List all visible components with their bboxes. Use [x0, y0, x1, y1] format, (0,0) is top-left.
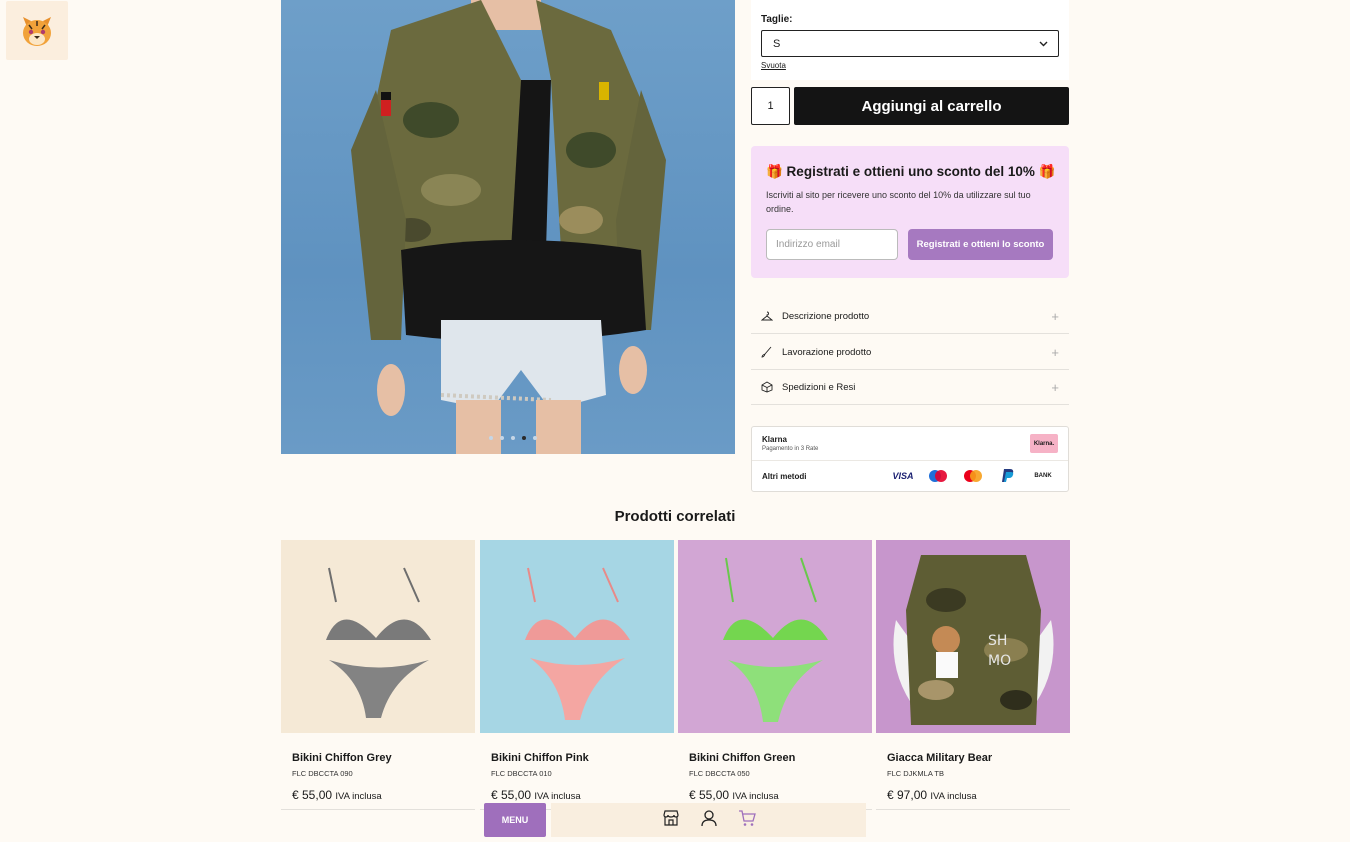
product-card[interactable]: Bikini Chiffon Green FLC DBCCTA 050 € 55… [678, 540, 872, 810]
card-logos: VISA BANK [890, 467, 1056, 485]
store-icon[interactable] [662, 809, 680, 832]
klarna-title: Klarna [762, 435, 787, 444]
product-name[interactable]: Bikini Chiffon Pink [491, 752, 589, 764]
product-main-image[interactable] [281, 0, 735, 454]
maestro-logo [925, 467, 951, 485]
gallery-dot[interactable] [533, 436, 537, 440]
visa-logo: VISA [892, 471, 914, 481]
accordion-label: Spedizioni e Resi [782, 381, 856, 393]
plus-icon: + [1051, 380, 1059, 395]
klarna-subtitle: Pagamento in 3 Rate [762, 446, 819, 452]
product-image[interactable] [678, 540, 872, 733]
promo-title: 🎁 Registrati e ottieni uno sconto del 10… [766, 164, 1056, 179]
bank-transfer-logo: BANK [1034, 473, 1052, 479]
product-sku: FLC DBCCTA 050 [689, 769, 750, 778]
gallery-dots[interactable] [489, 436, 537, 440]
svg-text:MO: MO [988, 653, 1011, 669]
product-image[interactable] [281, 540, 475, 733]
klarna-row: Klarna Pagamento in 3 Rate Klarna. [752, 427, 1068, 461]
accordion-description[interactable]: Descrizione prodotto + [751, 299, 1069, 334]
paypal-logo [995, 467, 1021, 485]
tiger-face-icon [23, 16, 51, 46]
accordion-shipping[interactable]: Spedizioni e Resi + [751, 370, 1069, 405]
product-sku: FLC DBCCTA 010 [491, 769, 552, 778]
size-section: Taglie: S Svuota [751, 0, 1069, 80]
hanger-icon [761, 311, 775, 321]
bikini-image [723, 557, 828, 722]
product-name[interactable]: Bikini Chiffon Green [689, 752, 795, 764]
product-image[interactable]: SH MO [876, 540, 1070, 733]
divider [876, 809, 1070, 810]
product-name[interactable]: Bikini Chiffon Grey [292, 752, 392, 764]
brush-icon [761, 346, 775, 358]
gallery-dot[interactable] [511, 436, 515, 440]
add-to-cart-button[interactable]: Aggiungi al carrello [794, 87, 1069, 125]
jacket-image: SH MO [893, 555, 1054, 725]
svg-text:SH: SH [988, 633, 1007, 649]
klarna-logo: Klarna. [1030, 434, 1058, 453]
user-icon[interactable] [700, 809, 718, 832]
product-card[interactable]: Bikini Chiffon Grey FLC DBCCTA 090 € 55,… [281, 540, 475, 810]
menu-button[interactable]: MENU [484, 803, 546, 837]
box-icon [761, 381, 775, 393]
chevron-down-icon [1039, 41, 1048, 46]
promo-text: Iscriviti al sito per ricevere uno scont… [766, 190, 1031, 214]
product-photo [351, 0, 666, 454]
bottom-nav-bar [551, 803, 866, 837]
clear-link[interactable]: Svuota [761, 61, 786, 70]
signup-button[interactable]: Registrati e ottieni lo sconto [908, 229, 1053, 260]
divider [281, 809, 475, 810]
size-label: Taglie: [761, 14, 793, 25]
plus-icon: + [1051, 309, 1059, 324]
product-card[interactable]: SH MO Giacca Military Bear FLC DJKMLA TB… [876, 540, 1070, 810]
quantity-input[interactable]: 1 [751, 87, 790, 125]
related-title: Prodotti correlati [614, 508, 736, 525]
plus-icon: + [1051, 345, 1059, 360]
site-logo[interactable] [6, 1, 68, 60]
gallery-dot[interactable] [489, 436, 493, 440]
payment-methods: Klarna Pagamento in 3 Rate Klarna. Altri… [751, 426, 1069, 492]
product-sku: FLC DJKMLA TB [887, 769, 944, 778]
product-price: € 55,00 IVA inclusa [689, 788, 779, 802]
product-name[interactable]: Giacca Military Bear [887, 752, 992, 764]
product-card[interactable]: Bikini Chiffon Pink FLC DBCCTA 010 € 55,… [480, 540, 674, 810]
bikini-image [525, 567, 630, 720]
product-price: € 55,00 IVA inclusa [292, 788, 382, 802]
bikini-image [326, 567, 431, 718]
other-methods-title: Altri metodi [762, 472, 807, 481]
accordion-label: Lavorazione prodotto [782, 346, 872, 358]
mastercard-logo [960, 467, 986, 485]
accordion-workmanship[interactable]: Lavorazione prodotto + [751, 335, 1069, 370]
email-field[interactable]: Indirizzo email [766, 229, 898, 260]
product-sku: FLC DBCCTA 090 [292, 769, 353, 778]
size-value: S [773, 37, 781, 50]
product-price: € 97,00 IVA inclusa [887, 788, 977, 802]
product-image[interactable] [480, 540, 674, 733]
cart-icon[interactable] [738, 809, 756, 832]
gallery-dot-active[interactable] [522, 436, 526, 440]
signup-promo: 🎁 Registrati e ottieni uno sconto del 10… [751, 146, 1069, 278]
product-price: € 55,00 IVA inclusa [491, 788, 581, 802]
size-select[interactable]: S [761, 30, 1059, 57]
accordion-label: Descrizione prodotto [782, 310, 870, 322]
gallery-dot[interactable] [500, 436, 504, 440]
